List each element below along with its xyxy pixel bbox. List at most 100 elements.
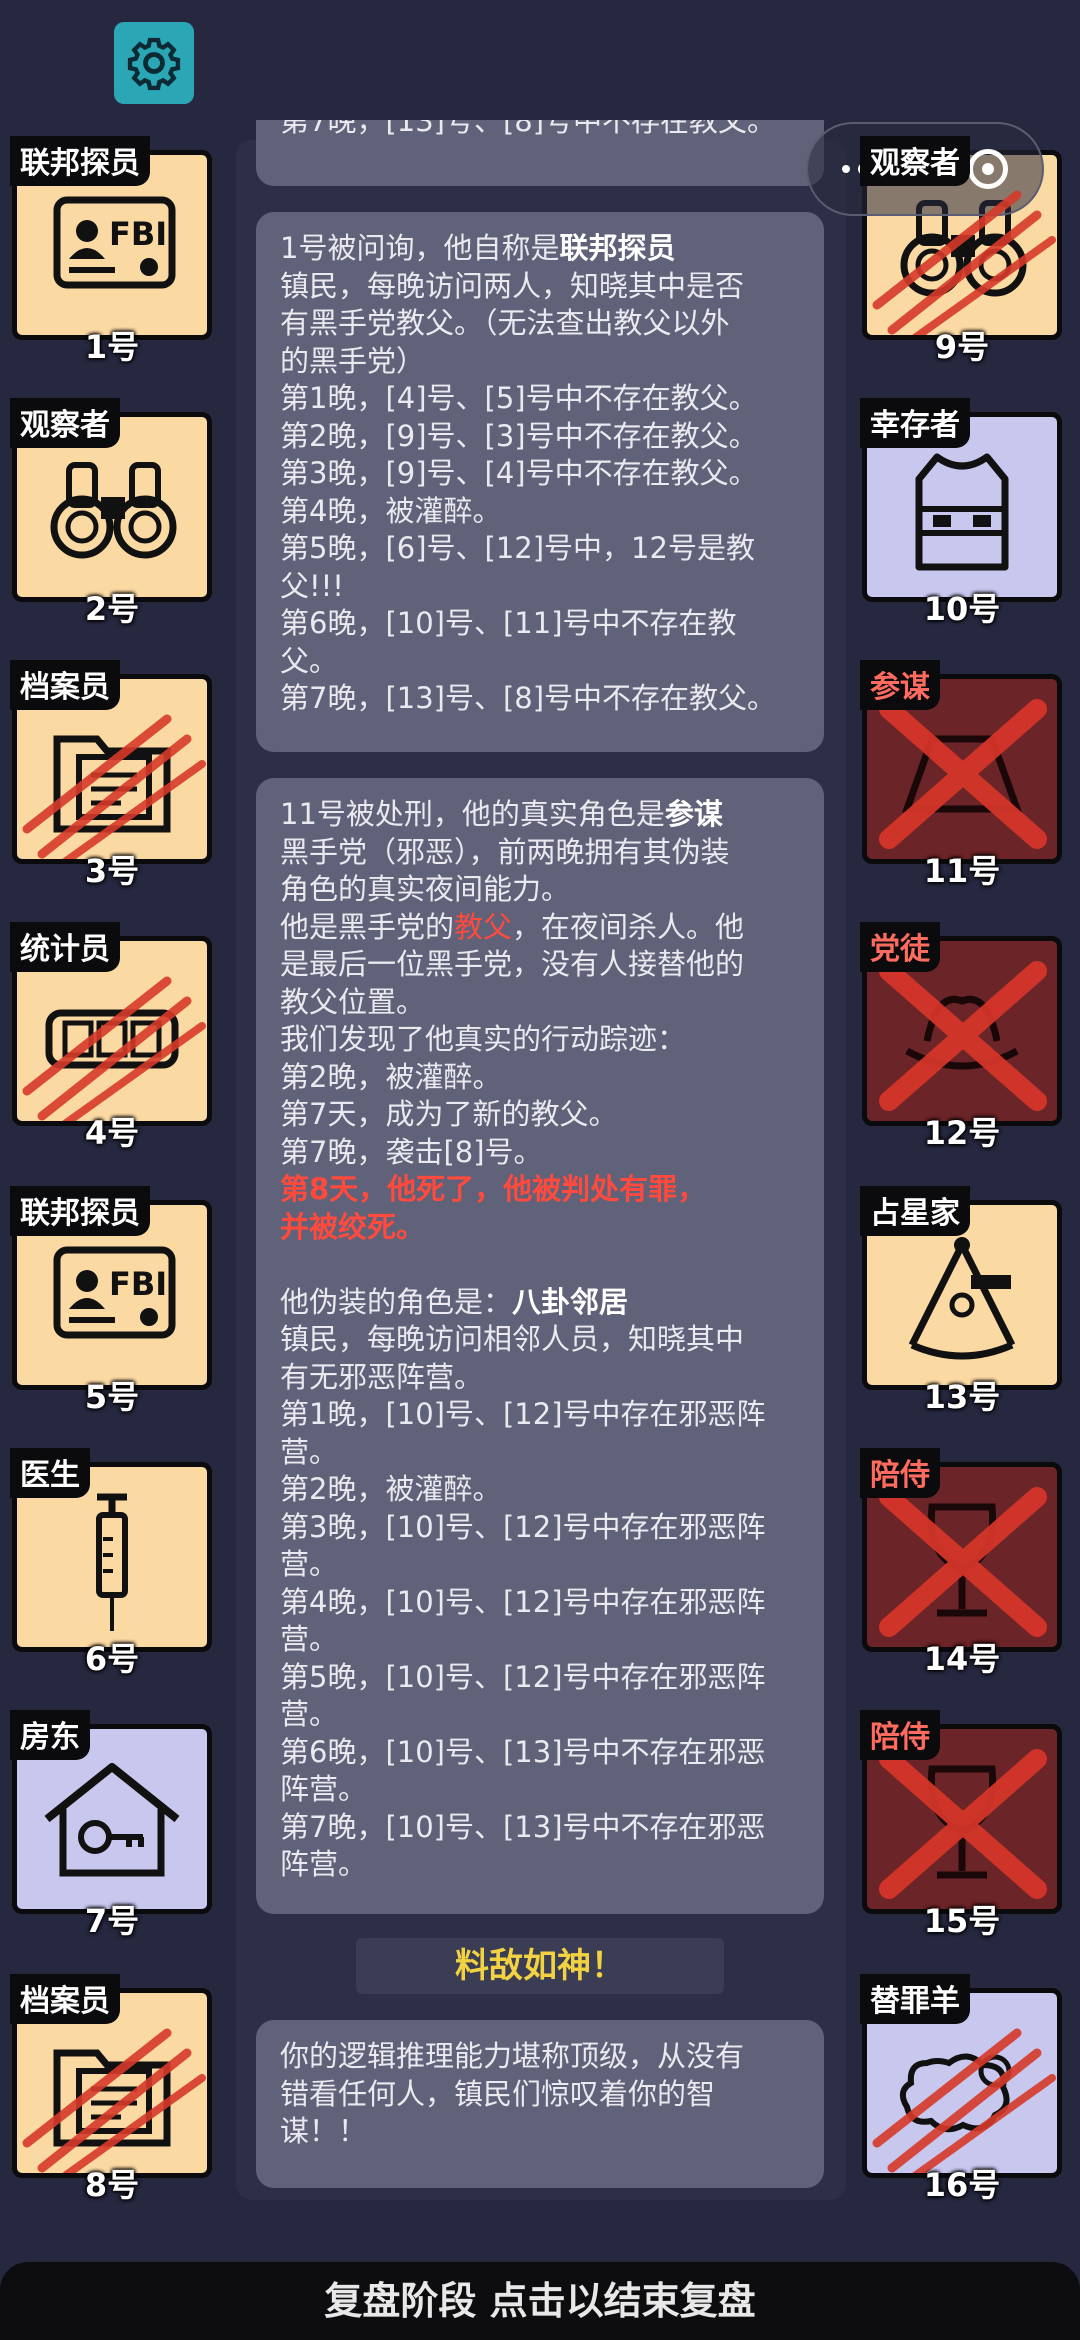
message-line: 第7晚，[13]号、[8]号中不存在教父。 bbox=[280, 681, 777, 715]
player-number: 7号 bbox=[84, 1902, 140, 1940]
message-line: 第2晚，被灌醉。 bbox=[280, 1472, 502, 1506]
end-review-button[interactable]: 复盘阶段 点击以结束复盘 bbox=[0, 2262, 1080, 2340]
message-line: 11号被处刑，他的真实角色是参谋 bbox=[280, 797, 723, 831]
player-number: 3号 bbox=[84, 852, 140, 890]
message-line: 有黑手党教父。（无法查出教父以外 bbox=[280, 306, 730, 340]
gear-icon bbox=[127, 37, 181, 91]
message-line: 谋！！ bbox=[280, 2114, 368, 2148]
player-number: 10号 bbox=[923, 590, 1001, 628]
player-number: 4号 bbox=[84, 1114, 140, 1152]
message-line: 角色的真实夜间能力。 bbox=[280, 872, 571, 906]
message-line: 父!!! bbox=[280, 568, 344, 603]
message-line: 营。 bbox=[280, 1622, 339, 1656]
message-line: 营。 bbox=[280, 1697, 339, 1731]
message-line: 第7晚，[10]号、[13]号中不存在邪恶 bbox=[280, 1809, 766, 1844]
player-number: 14号 bbox=[923, 1640, 1001, 1678]
message-line: 黑手党（邪恶），前两晚拥有其伪装 bbox=[280, 834, 730, 869]
message-bubble-interrogation: 1号被问询，他自称是联邦探员 镇民，每晚访问两人，知晓其中是否 有黑手党教父。（… bbox=[256, 212, 824, 752]
message-line: 第2晚，被灌醉。 bbox=[280, 1059, 502, 1094]
message-line: 第6晚，[10]号、[11]号中不存在教 bbox=[280, 606, 737, 640]
player-role: 医生 bbox=[10, 1448, 90, 1498]
player-role: 观察者 bbox=[10, 398, 120, 448]
player-card-12[interactable]: 党徒 12号 bbox=[860, 922, 1062, 1152]
message-line: 父。 bbox=[280, 643, 339, 678]
player-role: 档案员 bbox=[10, 1974, 120, 2024]
player-role: 替罪羊 bbox=[860, 1974, 970, 2024]
player-card-9[interactable]: 观察者 9号 bbox=[860, 136, 1062, 366]
player-role: 党徒 bbox=[860, 922, 940, 972]
message-line: 镇民，每晚访问相邻人员，知晓其中 bbox=[280, 1322, 745, 1356]
message-line: 第2晚，[9]号、[3]号中不存在教父。 bbox=[280, 418, 758, 453]
message-line bbox=[280, 1246, 802, 1284]
player-role: 观察者 bbox=[860, 136, 970, 186]
player-number: 9号 bbox=[934, 328, 990, 366]
message-bubble-execution: 11号被处刑，他的真实角色是参谋 黑手党（邪恶），前两晚拥有其伪装 角色的真实夜… bbox=[256, 778, 824, 1914]
player-role: 房东 bbox=[10, 1710, 90, 1760]
message-line: 教父位置。 bbox=[280, 984, 426, 1019]
message-line: 第1晚，[10]号、[12]号中存在邪恶阵 bbox=[280, 1397, 766, 1431]
message-line: 你的逻辑推理能力堪称顶级，从没有 bbox=[280, 2039, 745, 2073]
player-card-2[interactable]: 观察者 2号 bbox=[10, 398, 212, 628]
message-line: 他是黑手党的教父，在夜间杀人。他 bbox=[280, 909, 745, 944]
message-line: 的黑手党） bbox=[280, 343, 426, 378]
player-card-1[interactable]: 联邦探员 FBI 1号 bbox=[10, 136, 212, 366]
message-line: 并被绞死。 bbox=[280, 1209, 426, 1244]
message-line: 他伪装的角色是：八卦邻居 bbox=[280, 1284, 629, 1319]
player-number: 11号 bbox=[923, 852, 1001, 890]
settings-button[interactable] bbox=[114, 22, 194, 104]
player-number: 8号 bbox=[84, 2166, 140, 2204]
player-role: 陪侍 bbox=[860, 1710, 940, 1760]
message-line: 1号被问询，他自称是联邦探员 bbox=[280, 231, 676, 265]
message-line: 是最后一位黑手党，没有人接替他的 bbox=[280, 947, 745, 981]
verdict-banner: 料敌如神！ bbox=[356, 1938, 724, 1994]
player-role: 统计员 bbox=[10, 922, 120, 972]
player-role: 档案员 bbox=[10, 660, 120, 710]
player-number: 6号 bbox=[84, 1640, 140, 1678]
player-card-7[interactable]: 房东 7号 bbox=[10, 1710, 212, 1940]
message-line: 有无邪恶阵营。 bbox=[280, 1359, 484, 1394]
player-card-10[interactable]: 幸存者 10号 bbox=[860, 398, 1062, 628]
message-line: 第4晚，被灌醉。 bbox=[280, 493, 502, 528]
player-role: 幸存者 bbox=[860, 398, 970, 448]
player-card-14[interactable]: 陪侍 14号 bbox=[860, 1448, 1062, 1678]
message-line: 第3晚，[9]号、[4]号中不存在教父。 bbox=[280, 456, 758, 490]
message-line: 营。 bbox=[280, 1434, 339, 1469]
message-line: 阵营。 bbox=[280, 1772, 368, 1806]
svg-text:FBI: FBI bbox=[109, 1265, 167, 1303]
svg-text:FBI: FBI bbox=[109, 215, 167, 253]
player-role: 联邦探员 bbox=[10, 1186, 150, 1236]
message-fragment: 第7晚，[13]号、[8]号中不存在教父。 bbox=[256, 120, 824, 186]
message-line: 第6晚，[10]号、[13]号中不存在邪恶 bbox=[280, 1734, 766, 1769]
message-line: 第5晚，[10]号、[12]号中存在邪恶阵 bbox=[280, 1659, 766, 1694]
player-card-15[interactable]: 陪侍 15号 bbox=[860, 1710, 1062, 1940]
player-number: 16号 bbox=[923, 2166, 1001, 2204]
message-line: 第5晚，[6]号、[12]号中，12号是教 bbox=[280, 531, 755, 565]
message-line: 错看任何人，镇民们惊叹着你的智 bbox=[280, 2076, 716, 2111]
player-card-11[interactable]: 参谋 11号 bbox=[860, 660, 1062, 890]
player-card-3[interactable]: 档案员 3号 bbox=[10, 660, 212, 890]
message-line: 阵营。 bbox=[280, 1847, 368, 1881]
player-card-4[interactable]: 统计员 4号 bbox=[10, 922, 212, 1152]
player-role: 参谋 bbox=[860, 660, 940, 710]
message-line: 第4晚，[10]号、[12]号中存在邪恶阵 bbox=[280, 1584, 766, 1619]
player-card-13[interactable]: 占星家 13号 bbox=[860, 1186, 1062, 1416]
player-card-16[interactable]: 替罪羊 16号 bbox=[860, 1974, 1062, 2204]
player-number: 12号 bbox=[923, 1114, 1001, 1152]
message-line: 第3晚，[10]号、[12]号中存在邪恶阵 bbox=[280, 1509, 766, 1544]
message-line: 我们发现了他真实的行动踪迹： bbox=[280, 1022, 687, 1056]
player-card-5[interactable]: 联邦探员 FBI 5号 bbox=[10, 1186, 212, 1416]
message-line: 第1晚，[4]号、[5]号中不存在教父。 bbox=[280, 381, 758, 415]
player-role: 陪侍 bbox=[860, 1448, 940, 1498]
player-number: 2号 bbox=[84, 590, 140, 628]
player-card-8[interactable]: 档案员 8号 bbox=[10, 1974, 212, 2204]
message-line: 第7天，成为了新的教父。 bbox=[280, 1097, 618, 1131]
player-number: 15号 bbox=[923, 1902, 1001, 1940]
player-card-6[interactable]: 医生 6号 bbox=[10, 1448, 212, 1678]
message-line: 镇民，每晚访问两人，知晓其中是否 bbox=[280, 268, 745, 303]
player-number: 5号 bbox=[84, 1378, 140, 1416]
player-number: 1号 bbox=[84, 328, 140, 366]
player-role: 占星家 bbox=[860, 1186, 970, 1236]
message-line: 第8天，他死了，他被判处有罪， bbox=[280, 1172, 707, 1206]
message-bubble-summary: 你的逻辑推理能力堪称顶级，从没有 错看任何人，镇民们惊叹着你的智 谋！！ bbox=[256, 2020, 824, 2188]
player-role: 联邦探员 bbox=[10, 136, 150, 186]
